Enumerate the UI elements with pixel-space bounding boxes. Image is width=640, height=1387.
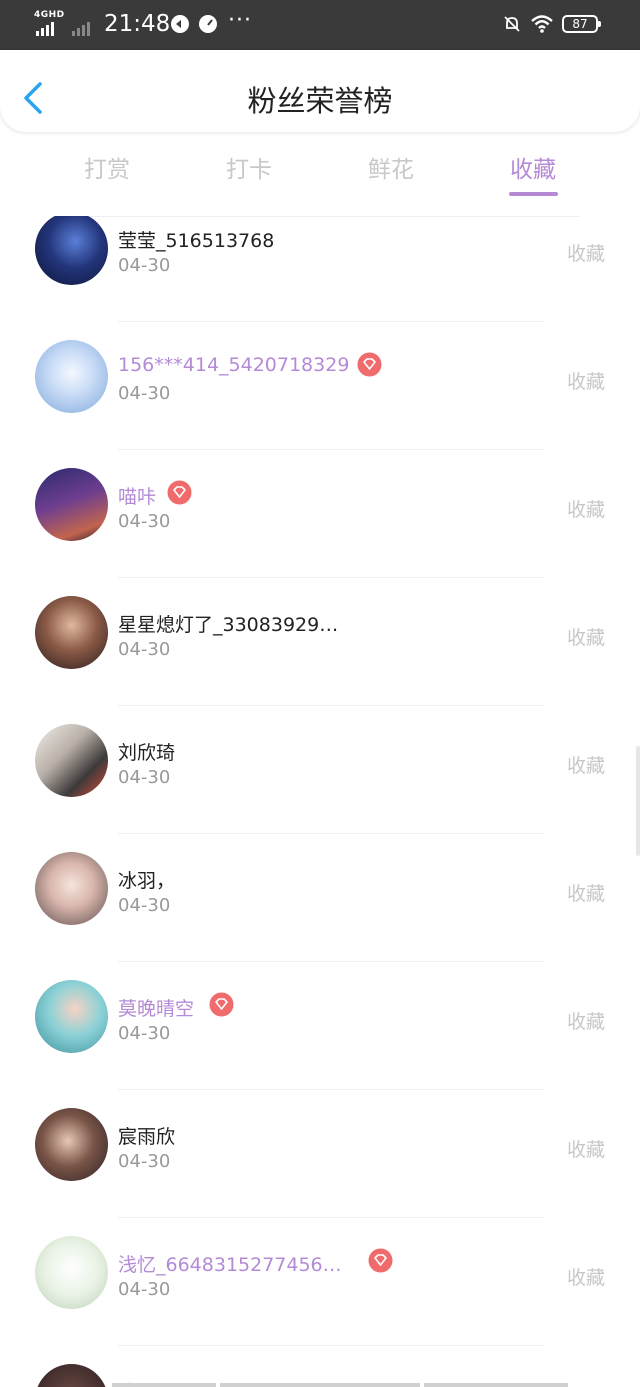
app-notification-icon	[171, 15, 189, 33]
list-item[interactable]: 星星熄灯了_33083929… 04-30 收藏	[0, 560, 640, 706]
fan-list[interactable]: 莹莹_516513768 04-30 收藏 156***414_54207183…	[0, 216, 640, 1387]
avatar[interactable]	[35, 216, 108, 285]
tab-bar: 打赏 打卡 鲜花 收藏	[0, 132, 640, 216]
tab-flowers[interactable]: 鲜花	[341, 150, 441, 184]
signal-icon	[36, 22, 90, 36]
active-tab-indicator	[509, 192, 558, 196]
battery-indicator: 87	[562, 15, 601, 33]
list-item[interactable]: 莹莹_516513768 04-30 收藏	[0, 216, 640, 322]
user-name[interactable]: 喵咔	[118, 482, 156, 509]
user-name[interactable]: 莫晚晴空	[118, 994, 194, 1021]
avatar[interactable]	[35, 724, 108, 797]
avatar[interactable]	[35, 1108, 108, 1181]
tab-checkin[interactable]: 打卡	[199, 150, 299, 184]
status-bar: 4GHD 21:48 ··· 87	[0, 0, 640, 50]
item-date: 04-30	[118, 511, 171, 532]
action-label: 收藏	[566, 371, 605, 393]
list-item[interactable]: 浅忆_6648315277456… 04-30 收藏	[0, 1200, 640, 1346]
action-label: 收藏	[566, 1011, 605, 1033]
action-label: 收藏	[566, 499, 605, 521]
item-date: 04-30	[118, 895, 171, 916]
action-label: 收藏	[566, 883, 605, 905]
avatar[interactable]	[35, 340, 108, 413]
action-label: 收藏	[566, 755, 605, 777]
avatar[interactable]	[35, 852, 108, 925]
item-date: 04-30	[118, 1279, 171, 1300]
tab-favorites[interactable]: 收藏	[483, 150, 583, 184]
scrollbar[interactable]	[636, 746, 640, 856]
list-item[interactable]: 悲然一生	[0, 1328, 640, 1387]
item-date: 04-30	[118, 1023, 171, 1044]
list-item[interactable]: 156***414_5420718329 04-30 收藏	[0, 304, 640, 450]
user-name[interactable]: 宸雨欣	[118, 1122, 175, 1149]
vip-diamond-icon	[357, 352, 382, 377]
user-name[interactable]: 莹莹_516513768	[118, 226, 274, 253]
action-label: 收藏	[566, 627, 605, 649]
bottom-indicator-bars	[112, 1383, 568, 1387]
more-notifications: ···	[228, 8, 252, 33]
list-item[interactable]: 刘欣琦 04-30 收藏	[0, 688, 640, 834]
list-item[interactable]: 喵咔 04-30 收藏	[0, 432, 640, 578]
user-name[interactable]: 156***414_5420718329	[118, 354, 349, 376]
vip-diamond-icon	[209, 992, 234, 1017]
network-type: 4GHD	[34, 10, 65, 20]
user-name[interactable]: 浅忆_6648315277456…	[118, 1250, 342, 1277]
bell-muted-icon	[504, 16, 520, 32]
avatar[interactable]	[35, 468, 108, 541]
action-label: 收藏	[566, 1267, 605, 1289]
item-date: 04-30	[118, 383, 171, 404]
list-item[interactable]: 冰羽， 04-30 收藏	[0, 816, 640, 962]
vip-diamond-icon	[368, 1248, 393, 1273]
item-date: 04-30	[118, 767, 171, 788]
item-date: 04-30	[118, 255, 171, 276]
vip-diamond-icon	[167, 480, 192, 505]
user-name[interactable]: 刘欣琦	[118, 738, 175, 765]
item-date: 04-30	[118, 1151, 171, 1172]
page-title: 粉丝荣誉榜	[247, 84, 393, 118]
action-label: 收藏	[566, 1139, 605, 1161]
clock: 21:48	[104, 11, 171, 37]
item-date: 04-30	[118, 639, 171, 660]
tab-reward[interactable]: 打赏	[57, 150, 157, 184]
avatar[interactable]	[35, 596, 108, 669]
action-label: 收藏	[566, 243, 605, 265]
list-item[interactable]: 宸雨欣 04-30 收藏	[0, 1072, 640, 1218]
wifi-icon	[531, 15, 553, 33]
avatar[interactable]	[35, 1236, 108, 1309]
list-item[interactable]: 莫晚晴空 04-30 收藏	[0, 944, 640, 1090]
speedometer-icon	[199, 15, 217, 33]
user-name[interactable]: 星星熄灯了_33083929…	[118, 610, 338, 637]
avatar[interactable]	[35, 980, 108, 1053]
top-app-bar: 粉丝荣誉榜	[0, 50, 640, 132]
user-name[interactable]: 冰羽，	[118, 866, 175, 893]
